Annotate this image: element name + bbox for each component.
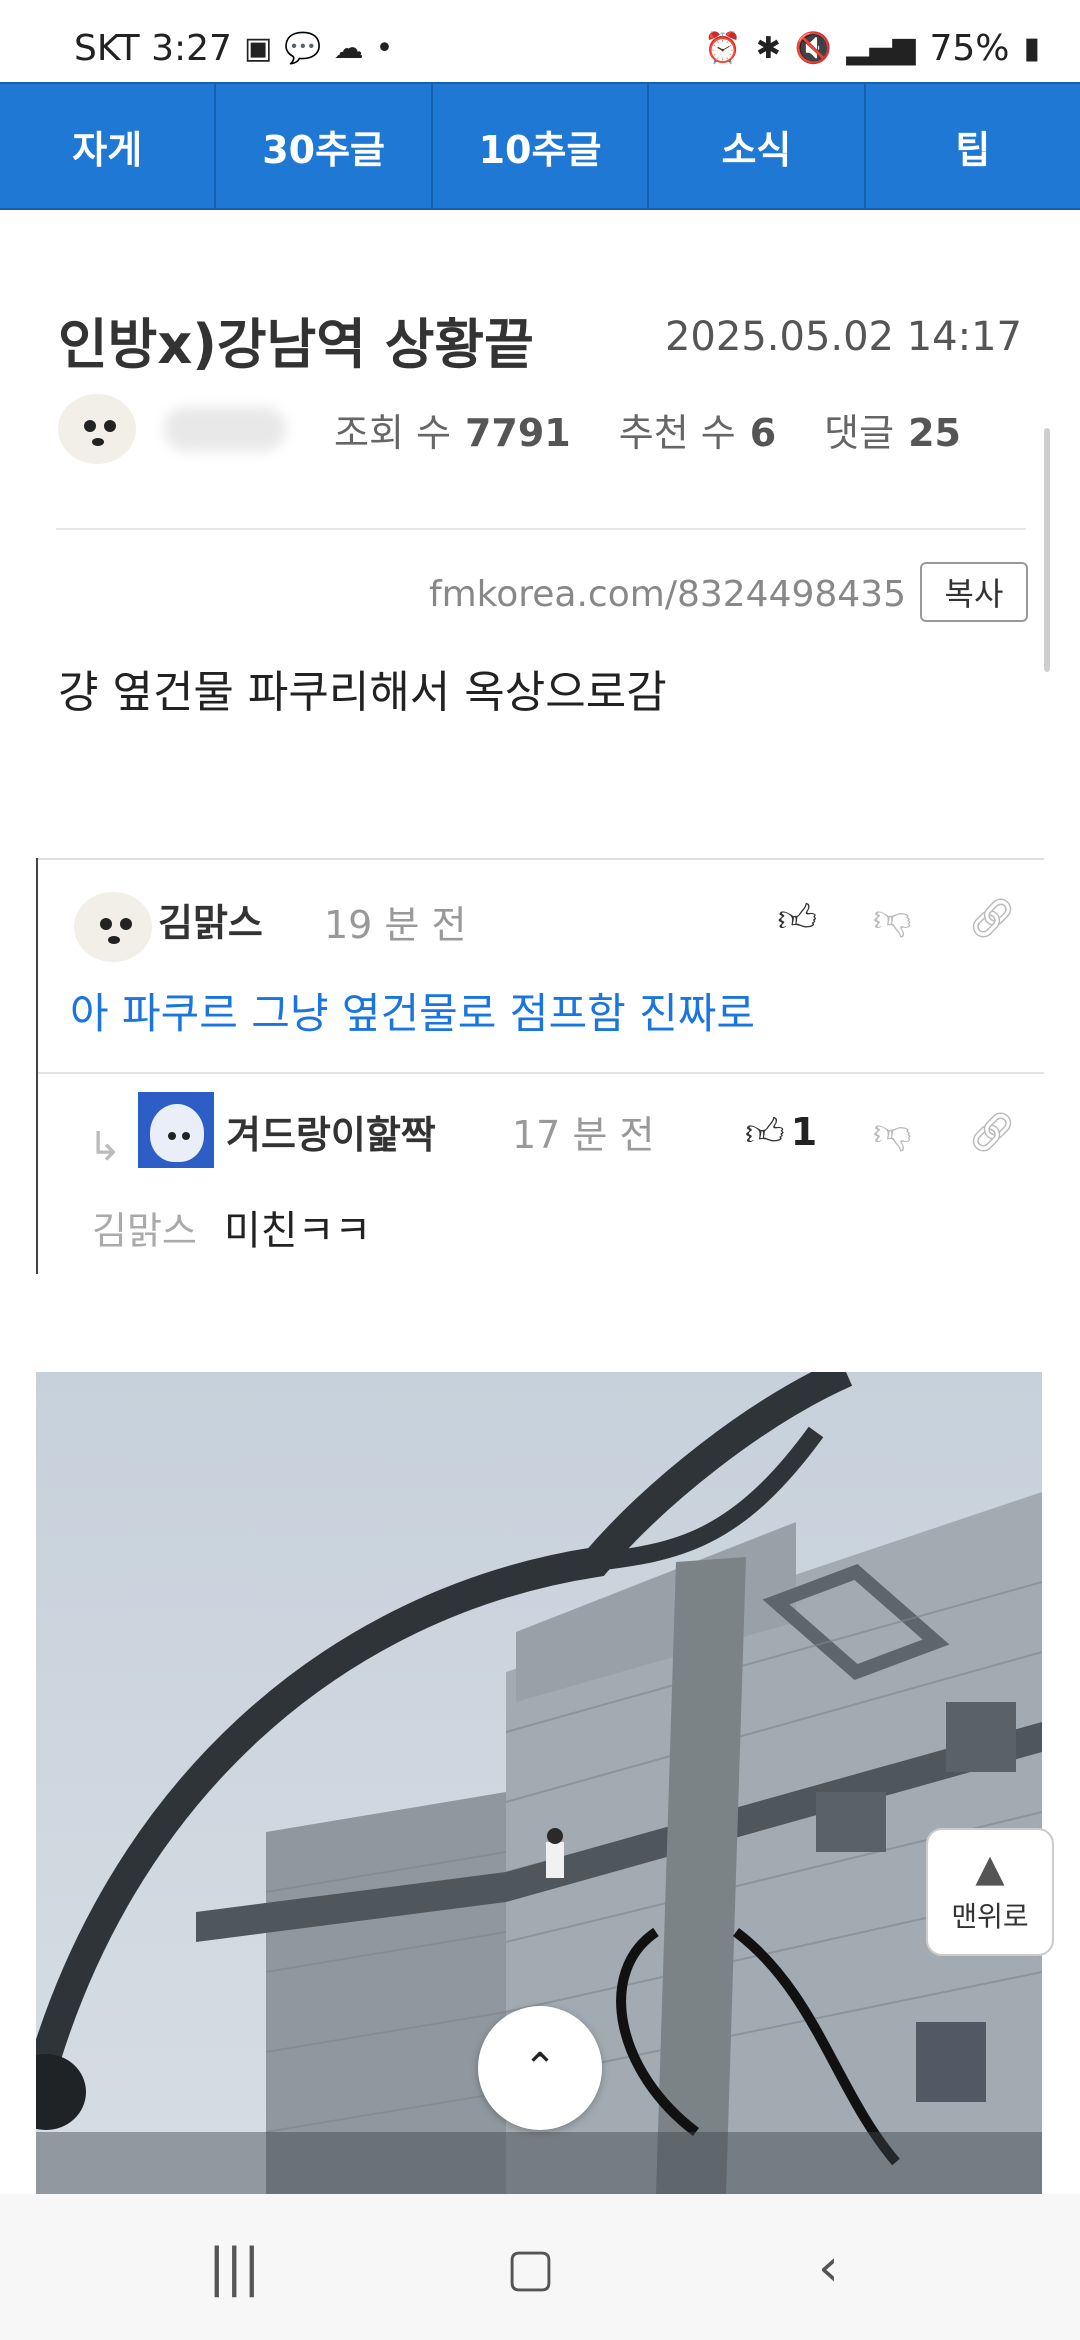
post-title: 인방x)강남역 상황끝 [58, 313, 534, 376]
mute-icon: 🔇 [794, 31, 833, 66]
post-meta: 조회 수 7791 추천 수 6 댓글 25 [58, 394, 1009, 464]
post-date: 2025.05.02 14:17 [664, 314, 1022, 360]
replier-avatar[interactable] [138, 1092, 214, 1168]
talk-icon: 💬 [284, 31, 322, 66]
nav-item-10rec[interactable]: 10추글 [433, 84, 650, 208]
nav-item-tips[interactable]: 팁 [866, 84, 1080, 208]
replier-name[interactable]: 겨드랑이핥짝 [226, 1104, 436, 1159]
scroll-to-top-label: 맨위로 [951, 1900, 1029, 1933]
thumbs-down-icon[interactable]: 👎︎ [873, 896, 912, 942]
author-avatar[interactable] [58, 394, 136, 464]
status-right: ⏰ ✱ 🔇 ▂▄▆ 75% ▮ [704, 28, 1040, 69]
reply-arrow-icon: ↳ [88, 1124, 122, 1170]
thumbs-up-icon[interactable]: 👍︎ [777, 896, 817, 942]
recommend-stat: 추천 수 6 [619, 402, 776, 457]
thumbs-down-icon[interactable]: 👎︎ [873, 1110, 912, 1156]
comment-list: 김맑스 19 분 전 👍︎ 👎︎ 🔗︎ 아 파쿠르 그냥 옆건물로 점프함 진짜… [36, 858, 1044, 1274]
status-left: SKT 3:27 ▣ 💬 ☁ • [74, 28, 393, 69]
nav-item-free[interactable]: 자게 [0, 84, 217, 208]
image-icon: ▣ [243, 31, 273, 66]
scrollbar[interactable] [1044, 428, 1050, 672]
link-icon[interactable]: 🔗︎ [968, 1110, 1016, 1156]
status-bar: SKT 3:27 ▣ 💬 ☁ • ⏰ ✱ 🔇 ▂▄▆ 75% ▮ [0, 0, 1080, 82]
alarm-icon: ⏰ [704, 31, 742, 66]
commenter-name[interactable]: 김맑스 [158, 892, 263, 947]
comments-label: 댓글 [824, 410, 895, 455]
thumbs-up-icon[interactable]: 👍︎ 1 [745, 1110, 817, 1156]
board-nav: 자게 30추글 10추글 소식 팁 [0, 82, 1080, 210]
chevron-up-bar-icon: ⌃ [523, 2045, 557, 2091]
nav-item-30rec[interactable]: 30추글 [216, 84, 433, 208]
comment-item: 김맑스 19 분 전 👍︎ 👎︎ 🔗︎ 아 파쿠르 그냥 옆건물로 점프함 진짜… [38, 858, 1044, 1074]
reply-mention: 김맑스 [92, 1209, 197, 1253]
reply-time: 17 분 전 [512, 1113, 655, 1157]
up-triangle-icon: ▲ [975, 1846, 1005, 1890]
header-divider [56, 528, 1026, 530]
post-url[interactable]: fmkorea.com/8324498435 [429, 574, 906, 615]
recent-apps-icon[interactable]: ||| [208, 2238, 261, 2298]
views-label: 조회 수 [334, 410, 451, 455]
chat-bubble-icon: ☁ [333, 31, 364, 66]
battery-icon: ▮ [1023, 31, 1040, 66]
reply-text: 미친ㅋㅋ [224, 1208, 372, 1254]
scroll-up-fab[interactable]: ⌃ [478, 2006, 602, 2130]
views-stat: 조회 수 7791 [334, 402, 571, 457]
copy-url-button[interactable]: 복사 [920, 562, 1028, 622]
carrier-time: SKT 3:27 [74, 28, 232, 69]
author-name-blurred[interactable] [164, 407, 286, 451]
battery-level: 75% [929, 28, 1010, 69]
link-icon[interactable]: 🔗︎ [968, 896, 1016, 942]
dot-icon: • [375, 31, 394, 66]
views-count: 7791 [464, 410, 571, 455]
reply-actions: 👍︎ 1 👎︎ 🔗︎ [745, 1110, 1016, 1156]
bluetooth-icon: ✱ [755, 31, 781, 66]
scroll-to-top-button[interactable]: ▲ 맨위로 [926, 1828, 1054, 1956]
nav-item-news[interactable]: 소식 [649, 84, 866, 208]
recommend-label: 추천 수 [618, 410, 736, 455]
reply-like-count: 1 [790, 1110, 818, 1154]
recommend-count: 6 [749, 410, 777, 455]
post-body: 걍 옆건물 파쿠리해서 옥상으로감 [58, 667, 667, 718]
signal-icon: ▂▄▆ [846, 31, 916, 66]
comment-time: 19 분 전 [324, 903, 467, 947]
comment-actions: 👍︎ 👎︎ 🔗︎ [777, 896, 1016, 942]
comment-text: 아 파쿠르 그냥 옆건물로 점프함 진짜로 [70, 989, 755, 1038]
comments-stat: 댓글 25 [824, 402, 961, 457]
commenter-avatar[interactable] [74, 892, 152, 962]
reply-item: ↳ 겨드랑이핥짝 17 분 전 👍︎ 1 👎︎ 🔗︎ 김맑스 미친ㅋㅋ [38, 1072, 1044, 1274]
home-icon[interactable]: ▢ [506, 2238, 555, 2298]
back-icon[interactable]: ‹ [818, 2238, 839, 2298]
comments-count: 25 [908, 410, 961, 455]
system-nav-bar: ||| ▢ ‹ [0, 2194, 1080, 2340]
